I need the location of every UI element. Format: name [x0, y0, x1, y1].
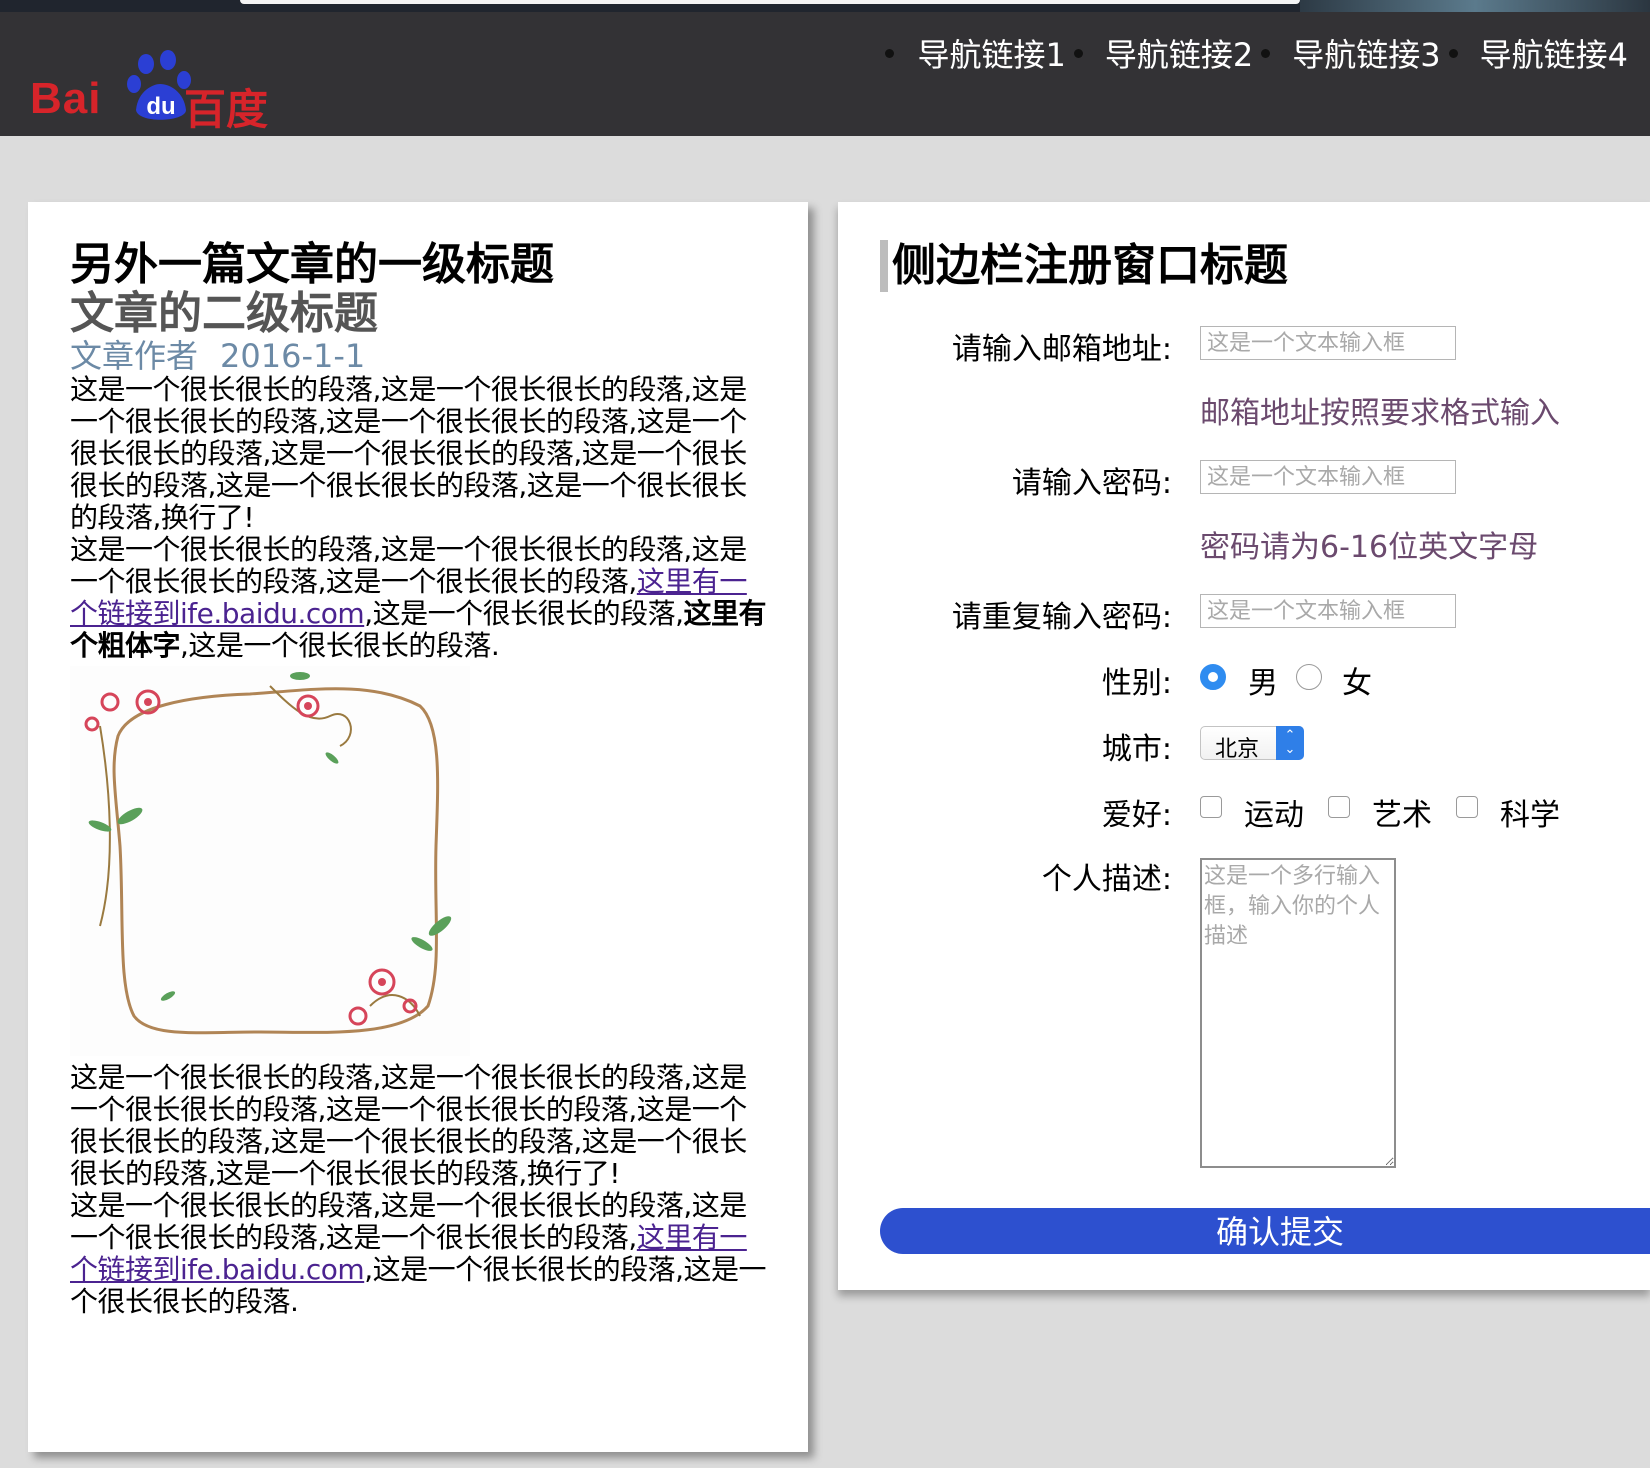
browser-top-strip [0, 0, 1650, 12]
browser-background-fade [1300, 0, 1650, 12]
description-label: 个人描述: [1041, 862, 1172, 897]
nav-link-3[interactable]: 导航链接3 [1261, 30, 1441, 76]
site-header: Bai du 百度 导航链接1 导航链接2 导航链接3 导航链接4 [0, 12, 1650, 136]
city-select[interactable]: 北京 ⌃ ⌄ [1200, 726, 1304, 762]
hobby-option-art: 艺术 [1372, 798, 1432, 833]
bullet-icon [884, 48, 894, 58]
hobby-checkbox-science[interactable] [1456, 796, 1478, 818]
article-h1: 另外一篇文章的一级标题 [70, 239, 554, 290]
password-input[interactable] [1200, 460, 1456, 494]
nav-link-1[interactable]: 导航链接1 [884, 30, 1066, 76]
gender-option-male: 男 [1248, 666, 1278, 701]
article-h2: 文章的二级标题 [70, 288, 378, 339]
gender-radio-male[interactable] [1200, 664, 1226, 690]
sidebar-title: 侧边栏注册窗口标题 [880, 240, 1288, 292]
city-label: 城市: [1101, 732, 1172, 767]
hobby-option-sport: 运动 [1244, 798, 1304, 833]
password-label: 请输入密码: [1011, 466, 1172, 501]
gender-option-female: 女 [1342, 666, 1372, 701]
article-date: 2016-1-1 [220, 337, 366, 375]
paragraph-text: ,这是一个很长很长的段落, [364, 597, 684, 630]
email-label: 请输入邮箱地址: [951, 332, 1172, 367]
article-content: 另外一篇文章的一级标题 文章的二级标题 文章作者 2016-1-1 这是一个很长很… [70, 240, 770, 1318]
description-textarea[interactable] [1200, 858, 1396, 1168]
nav-link-label: 导航链接4 [1479, 36, 1628, 74]
bullet-icon [1448, 48, 1458, 58]
paragraph-text: ,这是一个很长很长的段落. [180, 629, 500, 662]
article-author: 文章作者 [70, 337, 199, 375]
article-paragraph-2: 这是一个很长很长的段落,这是一个很长很长的段落,这是一个很长很长的段落,这是一个… [70, 534, 770, 662]
hobby-checkbox-art[interactable] [1328, 796, 1350, 818]
nav-link-label: 导航链接3 [1292, 36, 1441, 74]
email-hint: 邮箱地址按照要求格式输入 [1200, 396, 1560, 431]
gender-radio-female[interactable] [1296, 664, 1322, 690]
nav-link-label: 导航链接1 [917, 36, 1066, 74]
article-paragraph-1: 这是一个很长很长的段落,这是一个很长很长的段落,这是一个很长很长的段落,这是一个… [70, 373, 747, 534]
hobby-checkbox-sport[interactable] [1200, 796, 1222, 818]
browser-address-bar-edge [240, 0, 1300, 4]
nav-link-4[interactable]: 导航链接4 [1448, 30, 1628, 76]
password-hint: 密码请为6-16位英文字母 [1200, 530, 1539, 565]
article-paragraph-3: 这是一个很长很长的段落,这是一个很长很长的段落,这是一个很长很长的段落,这是一个… [70, 1061, 747, 1190]
paw-du-text: du [146, 93, 175, 120]
logo-latin-text: Bai [30, 74, 102, 123]
sidebar-register-panel: 侧边栏注册窗口标题 请输入邮箱地址: 邮箱地址按照要求格式输入 请输入密码: 密… [838, 202, 1650, 1290]
nav-link-label: 导航链接2 [1104, 36, 1254, 74]
repeat-password-label: 请重复输入密码: [951, 600, 1172, 635]
select-arrows-icon: ⌃ ⌄ [1276, 726, 1304, 760]
nav-link-2[interactable]: 导航链接2 [1073, 30, 1254, 76]
flower-frame-image [70, 666, 470, 1056]
logo-chinese-text: 百度 [184, 85, 269, 134]
city-select-value: 北京 [1215, 737, 1260, 762]
hobby-label: 爱好: [1101, 798, 1172, 833]
baidu-logo[interactable]: Bai du 百度 [28, 50, 278, 134]
hobby-option-science: 科学 [1500, 798, 1560, 833]
repeat-password-input[interactable] [1200, 594, 1456, 628]
gender-label: 性别: [1101, 666, 1172, 701]
article-meta: 文章作者 2016-1-1 [70, 338, 770, 374]
main-nav: 导航链接1 导航链接2 导航链接3 导航链接4 [871, 30, 1628, 76]
bullet-icon [1261, 48, 1271, 58]
article-paragraph-4: 这是一个很长很长的段落,这是一个很长很长的段落,这是一个很长很长的段落,这是一个… [70, 1190, 770, 1318]
submit-button[interactable]: 确认提交 [880, 1208, 1650, 1254]
email-input[interactable] [1200, 326, 1456, 360]
article-card: 另外一篇文章的一级标题 文章的二级标题 文章作者 2016-1-1 这是一个很长很… [28, 202, 808, 1452]
bullet-icon [1073, 48, 1083, 58]
